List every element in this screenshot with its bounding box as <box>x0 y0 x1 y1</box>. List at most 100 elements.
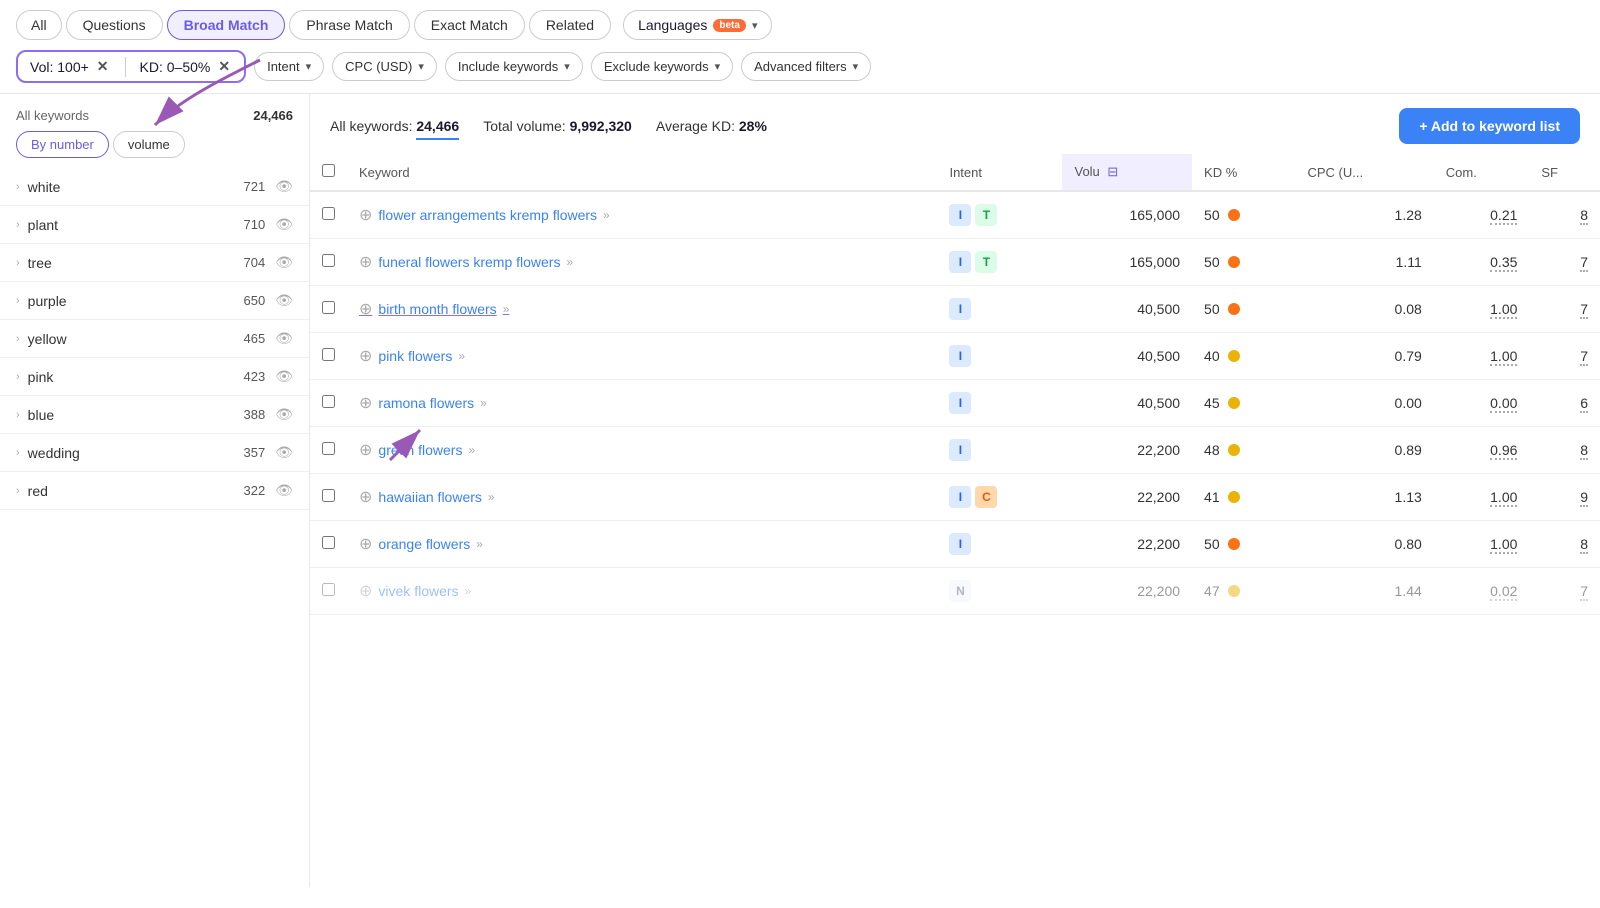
row-checkbox[interactable] <box>322 348 335 361</box>
keyword-link[interactable]: ⊕ hawaiian flowers » <box>359 487 925 507</box>
table-row: ⊕ hawaiian flowers » IC 22,200 41 1.13 1… <box>310 474 1600 521</box>
keyword-link[interactable]: ⊕ flower arrangements kremp flowers » <box>359 205 925 225</box>
row-checkbox[interactable] <box>322 207 335 220</box>
eye-icon[interactable]: 👁 <box>275 330 293 347</box>
sidebar-item[interactable]: › tree 704 👁 <box>0 244 309 282</box>
volume-cell: 22,200 <box>1062 474 1192 521</box>
row-checkbox[interactable] <box>322 442 335 455</box>
add-keyword-icon: ⊕ <box>359 299 372 319</box>
eye-icon[interactable]: 👁 <box>275 482 293 499</box>
kd-filter[interactable]: KD: 0–50% ✕ <box>132 54 241 79</box>
eye-icon[interactable]: 👁 <box>275 178 293 195</box>
sidebar-item[interactable]: › blue 388 👁 <box>0 396 309 434</box>
expand-icon: › <box>16 333 20 345</box>
row-checkbox-cell[interactable] <box>310 286 347 333</box>
kd-cell: 50 <box>1192 286 1295 333</box>
row-checkbox-cell[interactable] <box>310 521 347 568</box>
kd-cell: 50 <box>1192 239 1295 286</box>
row-checkbox-cell[interactable] <box>310 568 347 615</box>
sidebar-item[interactable]: › wedding 357 👁 <box>0 434 309 472</box>
exclude-dropdown[interactable]: Exclude keywords ▾ <box>591 52 733 81</box>
keyword-link[interactable]: ⊕ orange flowers » <box>359 534 925 554</box>
tab-broad-match[interactable]: Broad Match <box>167 10 286 40</box>
sort-by-number-button[interactable]: By number <box>16 131 109 158</box>
keyword-link[interactable]: ⊕ green flowers » <box>359 440 925 460</box>
expand-row-icon: » <box>603 208 610 222</box>
row-checkbox[interactable] <box>322 395 335 408</box>
keyword-table: Keyword Intent Volu ⊟ KD % CPC (U... Com… <box>310 154 1600 615</box>
sort-by-volume-button[interactable]: volume <box>113 131 185 158</box>
sf-cell: 7 <box>1529 568 1600 615</box>
sidebar-item[interactable]: › yellow 465 👁 <box>0 320 309 358</box>
eye-icon[interactable]: 👁 <box>275 406 293 423</box>
include-dropdown[interactable]: Include keywords ▾ <box>445 52 583 81</box>
tab-languages[interactable]: Languages beta ▾ <box>623 10 772 40</box>
com-cell: 0.00 <box>1434 380 1530 427</box>
sf-cell: 7 <box>1529 286 1600 333</box>
keyword-link[interactable]: ⊕ vivek flowers » <box>359 581 925 601</box>
row-checkbox[interactable] <box>322 583 335 596</box>
row-checkbox-cell[interactable] <box>310 474 347 521</box>
chevron-down-icon: ▾ <box>853 60 859 73</box>
intent-badge-i: I <box>949 392 971 414</box>
com-cell: 1.00 <box>1434 286 1530 333</box>
cpc-dropdown[interactable]: CPC (USD) ▾ <box>332 52 437 81</box>
com-cell: 0.21 <box>1434 191 1530 239</box>
intent-badge-i: I <box>949 345 971 367</box>
row-checkbox-cell[interactable] <box>310 239 347 286</box>
cpc-cell: 0.00 <box>1296 380 1434 427</box>
sidebar-keyword-label: blue <box>28 407 244 423</box>
kd-dot <box>1228 303 1240 315</box>
keyword-link[interactable]: ⊕ birth month flowers » <box>359 299 925 319</box>
tab-questions[interactable]: Questions <box>66 10 163 40</box>
row-checkbox-cell[interactable] <box>310 380 347 427</box>
tab-all[interactable]: All <box>16 10 62 40</box>
vol-filter-remove[interactable]: ✕ <box>95 58 111 75</box>
keyword-link[interactable]: ⊕ pink flowers » <box>359 346 925 366</box>
row-checkbox[interactable] <box>322 489 335 502</box>
sidebar-item[interactable]: › red 322 👁 <box>0 472 309 510</box>
sidebar-item[interactable]: › purple 650 👁 <box>0 282 309 320</box>
tab-related[interactable]: Related <box>529 10 611 40</box>
select-all-checkbox[interactable] <box>322 164 335 177</box>
row-checkbox-cell[interactable] <box>310 191 347 239</box>
all-keywords-value: 24,466 <box>416 118 459 140</box>
avg-kd-label: Average KD: <box>656 118 735 134</box>
intent-cell: I <box>937 427 1062 474</box>
add-keyword-icon: ⊕ <box>359 581 372 601</box>
main-content: All keywords: 24,466 Total volume: 9,992… <box>310 94 1600 887</box>
add-keyword-icon: ⊕ <box>359 205 372 225</box>
eye-icon[interactable]: 👁 <box>275 216 293 233</box>
cpc-cell: 1.44 <box>1296 568 1434 615</box>
row-checkbox[interactable] <box>322 301 335 314</box>
eye-icon[interactable]: 👁 <box>275 368 293 385</box>
vol-filter[interactable]: Vol: 100+ ✕ <box>22 54 119 79</box>
chevron-down-icon: ▾ <box>715 60 721 73</box>
kd-cell: 47 <box>1192 568 1295 615</box>
add-to-keyword-list-button[interactable]: + Add to keyword list <box>1399 108 1580 144</box>
tab-phrase-match[interactable]: Phrase Match <box>289 10 409 40</box>
eye-icon[interactable]: 👁 <box>275 254 293 271</box>
keyword-link[interactable]: ⊕ ramona flowers » <box>359 393 925 413</box>
sidebar-keyword-count: 388 <box>244 407 266 422</box>
keyword-link[interactable]: ⊕ funeral flowers kremp flowers » <box>359 252 925 272</box>
row-checkbox-cell[interactable] <box>310 427 347 474</box>
sidebar-item[interactable]: › white 721 👁 <box>0 168 309 206</box>
volume-cell: 40,500 <box>1062 380 1192 427</box>
select-all-header[interactable] <box>310 154 347 191</box>
volume-col-header[interactable]: Volu ⊟ <box>1062 154 1192 191</box>
sidebar-item[interactable]: › plant 710 👁 <box>0 206 309 244</box>
kd-filter-remove[interactable]: ✕ <box>216 58 232 75</box>
row-checkbox[interactable] <box>322 254 335 267</box>
volume-cell: 165,000 <box>1062 191 1192 239</box>
tab-exact-match[interactable]: Exact Match <box>414 10 525 40</box>
advanced-dropdown[interactable]: Advanced filters ▾ <box>741 52 871 81</box>
expand-row-icon: » <box>503 302 510 316</box>
table-header: Keyword Intent Volu ⊟ KD % CPC (U... Com… <box>310 154 1600 191</box>
row-checkbox-cell[interactable] <box>310 333 347 380</box>
eye-icon[interactable]: 👁 <box>275 292 293 309</box>
eye-icon[interactable]: 👁 <box>275 444 293 461</box>
intent-dropdown[interactable]: Intent ▾ <box>254 52 324 81</box>
sidebar-item[interactable]: › pink 423 👁 <box>0 358 309 396</box>
row-checkbox[interactable] <box>322 536 335 549</box>
